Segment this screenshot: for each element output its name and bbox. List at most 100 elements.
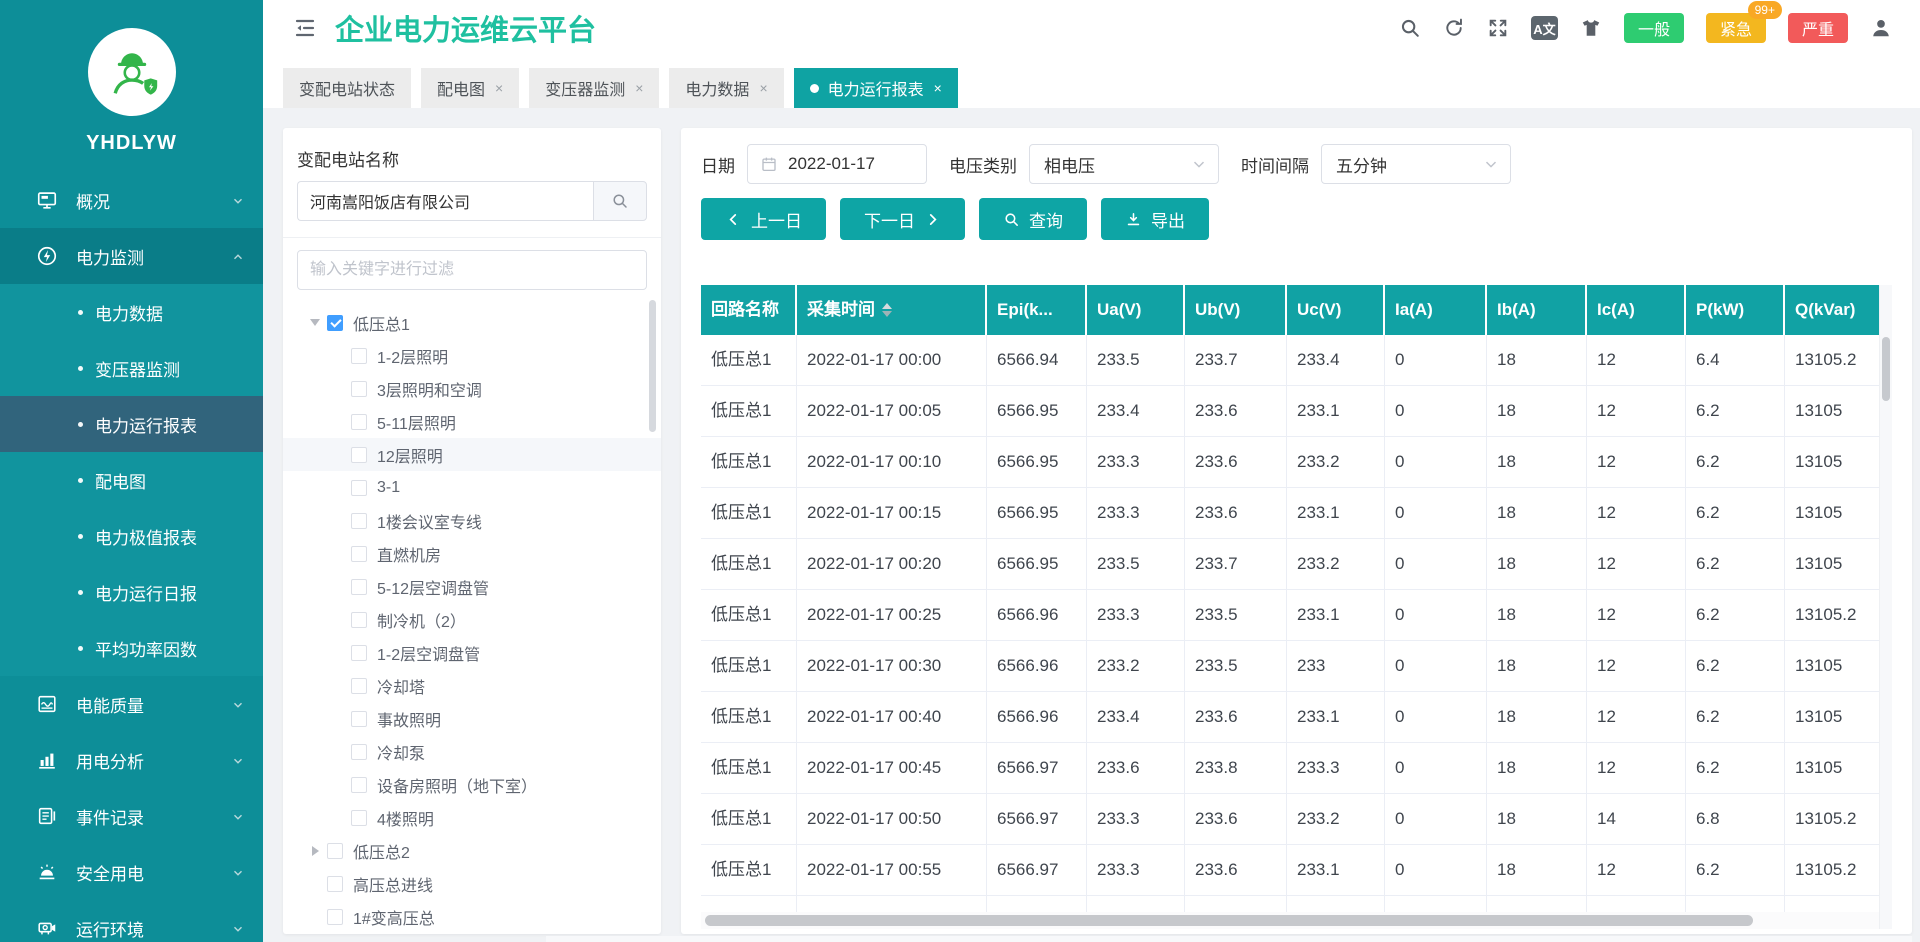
tree-node-0[interactable]: 低压总1 bbox=[283, 306, 661, 339]
tree-node-19[interactable]: 2#变高压总 bbox=[283, 933, 661, 934]
station-search-input[interactable] bbox=[297, 181, 593, 221]
date-picker[interactable]: 2022-01-17 bbox=[747, 144, 927, 184]
table-body: 低压总12022-01-17 00:006566.94233.5233.7233… bbox=[701, 335, 1879, 912]
checkbox[interactable] bbox=[351, 711, 367, 727]
tree-node-15[interactable]: 4楼照明 bbox=[283, 801, 661, 834]
tab-1[interactable]: 配电图× bbox=[421, 68, 519, 108]
close-tab-icon[interactable]: × bbox=[934, 80, 942, 96]
checkbox[interactable] bbox=[351, 612, 367, 628]
tree-node-7[interactable]: 直燃机房 bbox=[283, 537, 661, 570]
search-icon[interactable] bbox=[1399, 17, 1421, 39]
theme-shirt-icon[interactable] bbox=[1580, 17, 1602, 39]
sidebar-subitem-1[interactable]: 变压器监测 bbox=[0, 340, 263, 396]
tree-node-10[interactable]: 1-2层空调盘管 bbox=[283, 636, 661, 669]
tree-node-16[interactable]: 低压总2 bbox=[283, 834, 661, 867]
sidebar-item-1[interactable]: 电力监测 bbox=[0, 228, 263, 284]
tree-node-17[interactable]: 高压总进线 bbox=[283, 867, 661, 900]
tree-node-3[interactable]: 5-11层照明 bbox=[283, 405, 661, 438]
tree-node-9[interactable]: 制冷机（2） bbox=[283, 603, 661, 636]
checkbox[interactable] bbox=[351, 645, 367, 661]
tree-node-8[interactable]: 5-12层空调盘管 bbox=[283, 570, 661, 603]
sidebar-item-3[interactable]: 用电分析 bbox=[0, 732, 263, 788]
bullet-icon bbox=[78, 310, 83, 315]
tree-node-12[interactable]: 事故照明 bbox=[283, 702, 661, 735]
sidebar-subitem-5[interactable]: 电力运行日报 bbox=[0, 564, 263, 620]
tab-0[interactable]: 变配电站状态 bbox=[283, 68, 411, 108]
checkbox[interactable] bbox=[351, 513, 367, 529]
table-cell: 13105.2 bbox=[1785, 335, 1879, 386]
sidebar-subitem-4[interactable]: 电力极值报表 bbox=[0, 508, 263, 564]
tree-node-label: 1楼会议室专线 bbox=[377, 509, 482, 533]
refresh-icon[interactable] bbox=[1443, 17, 1465, 39]
export-label: 导出 bbox=[1151, 207, 1185, 232]
sidebar-subitem-0[interactable]: 电力数据 bbox=[0, 284, 263, 340]
checkbox[interactable] bbox=[351, 777, 367, 793]
close-tab-icon[interactable]: × bbox=[635, 80, 643, 96]
table-row: 低压总12022-01-17 00:456566.97233.6233.8233… bbox=[701, 743, 1879, 794]
checkbox[interactable] bbox=[351, 678, 367, 694]
checkbox[interactable] bbox=[351, 579, 367, 595]
alarm-badge-normal[interactable]: 一般 bbox=[1624, 13, 1684, 43]
tree-node-6[interactable]: 1楼会议室专线 bbox=[283, 504, 661, 537]
sidebar-item-0[interactable]: 概况 bbox=[0, 172, 263, 228]
table-cell: 2022-01-17 00:30 bbox=[797, 641, 987, 692]
station-search-button[interactable] bbox=[593, 181, 647, 221]
date-label: 日期 bbox=[701, 152, 735, 177]
tree-node-18[interactable]: 1#变高压总 bbox=[283, 900, 661, 933]
export-button[interactable]: 导出 bbox=[1101, 198, 1209, 240]
checkbox[interactable] bbox=[327, 843, 343, 859]
sidebar-item-4[interactable]: 事件记录 bbox=[0, 788, 263, 844]
column-header-1[interactable]: 采集时间 bbox=[797, 285, 987, 335]
bullet-icon bbox=[78, 422, 83, 427]
vertical-scrollbar-thumb[interactable] bbox=[1882, 337, 1890, 401]
alarm-badge-urgent[interactable]: 紧急 99+ bbox=[1706, 13, 1766, 43]
prev-day-button[interactable]: 上一日 bbox=[701, 198, 826, 240]
sidebar-subitem-label: 电力运行报表 bbox=[95, 412, 197, 437]
sidebar-item-6[interactable]: 运行环境 bbox=[0, 900, 263, 942]
sidebar-subitem-2[interactable]: 电力运行报表 bbox=[0, 396, 263, 452]
tab-3[interactable]: 电力数据× bbox=[669, 68, 783, 108]
sidebar-subitem-6[interactable]: 平均功率因数 bbox=[0, 620, 263, 676]
user-icon[interactable] bbox=[1870, 17, 1892, 39]
tree-node-5[interactable]: 3-1 bbox=[283, 471, 661, 504]
caret-down-icon[interactable] bbox=[307, 315, 323, 331]
caret-right-icon[interactable] bbox=[307, 843, 323, 859]
tree-filter-input[interactable] bbox=[297, 250, 647, 290]
alarm-badge-severe[interactable]: 严重 bbox=[1788, 13, 1848, 43]
horizontal-scrollbar-thumb[interactable] bbox=[705, 915, 1753, 926]
table-cell: 12 bbox=[1587, 743, 1686, 794]
checkbox[interactable] bbox=[327, 315, 343, 331]
tree-node-11[interactable]: 冷却塔 bbox=[283, 669, 661, 702]
tree-node-4[interactable]: 12层照明 bbox=[283, 438, 661, 471]
sidebar-subitem-3[interactable]: 配电图 bbox=[0, 452, 263, 508]
checkbox[interactable] bbox=[351, 546, 367, 562]
voltage-type-select[interactable]: 相电压 bbox=[1029, 144, 1219, 184]
tab-2[interactable]: 变压器监测× bbox=[529, 68, 659, 108]
tree-node-2[interactable]: 3层照明和空调 bbox=[283, 372, 661, 405]
tree-scrollbar-thumb[interactable] bbox=[649, 300, 656, 432]
sidebar-item-2[interactable]: 电能质量 bbox=[0, 676, 263, 732]
collapse-menu-icon[interactable] bbox=[293, 16, 317, 40]
close-tab-icon[interactable]: × bbox=[759, 80, 767, 96]
sidebar-submenu: 电力数据变压器监测电力运行报表配电图电力极值报表电力运行日报平均功率因数 bbox=[0, 284, 263, 676]
translate-icon[interactable]: A文 bbox=[1531, 16, 1558, 40]
sidebar-item-5[interactable]: 安全用电 bbox=[0, 844, 263, 900]
checkbox[interactable] bbox=[351, 348, 367, 364]
close-tab-icon[interactable]: × bbox=[495, 80, 503, 96]
checkbox[interactable] bbox=[351, 381, 367, 397]
next-day-button[interactable]: 下一日 bbox=[840, 198, 965, 240]
tab-4[interactable]: 电力运行报表× bbox=[794, 68, 958, 108]
tree-node-1[interactable]: 1-2层照明 bbox=[283, 339, 661, 372]
checkbox[interactable] bbox=[351, 480, 367, 496]
checkbox[interactable] bbox=[351, 447, 367, 463]
checkbox[interactable] bbox=[351, 810, 367, 826]
checkbox[interactable] bbox=[327, 876, 343, 892]
tree-node-13[interactable]: 冷却泵 bbox=[283, 735, 661, 768]
fullscreen-icon[interactable] bbox=[1487, 17, 1509, 39]
checkbox[interactable] bbox=[351, 414, 367, 430]
query-button[interactable]: 查询 bbox=[979, 198, 1087, 240]
tree-node-14[interactable]: 设备房照明（地下室） bbox=[283, 768, 661, 801]
checkbox[interactable] bbox=[327, 909, 343, 925]
checkbox[interactable] bbox=[351, 744, 367, 760]
interval-select[interactable]: 五分钟 bbox=[1321, 144, 1511, 184]
